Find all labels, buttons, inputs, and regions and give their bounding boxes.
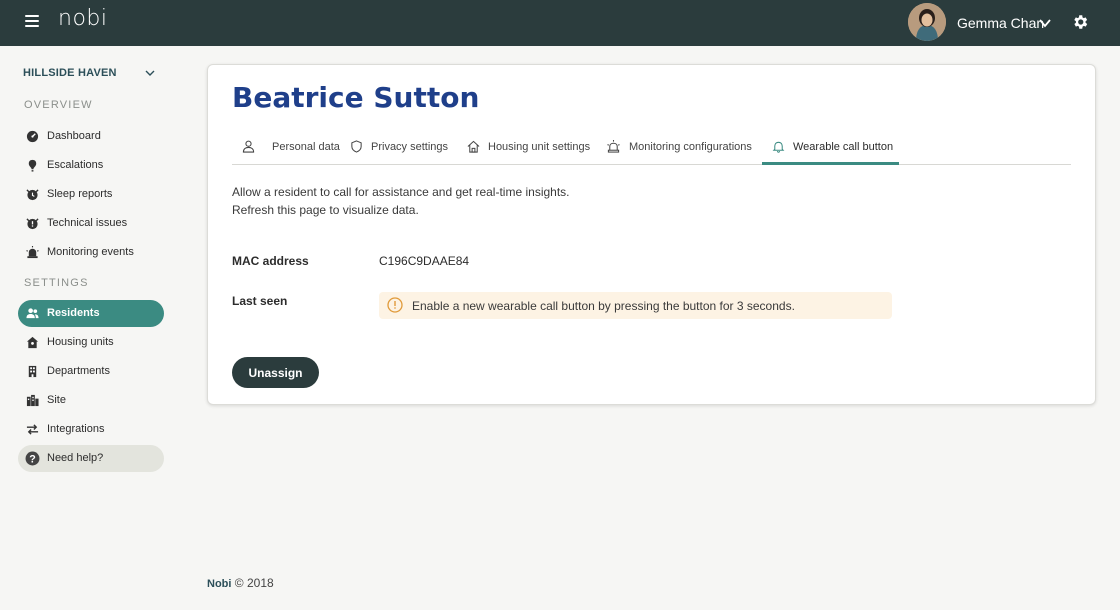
sidebar-item-label: Monitoring events [47,246,134,258]
gear-icon[interactable] [1071,13,1089,31]
settings-section-label: SETTINGS [24,277,89,289]
integration-icon [26,424,39,435]
help-icon: ? [25,451,40,466]
sidebar-item-label: Need help? [47,452,104,464]
sidebar-item-help[interactable]: ? Need help? [18,445,164,472]
tab-label: Housing unit settings [488,141,591,153]
escalation-icon [28,159,37,172]
tab-housing-unit-settings[interactable]: Housing unit settings [467,135,597,165]
monitoring-event-icon [26,246,39,259]
footer-brand-link[interactable]: Nobi [207,578,231,590]
warning-circle-icon [387,297,403,313]
tab-label: Monitoring configurations [629,141,752,153]
shield-icon [351,140,362,153]
bell-icon [772,141,785,153]
sidebar-item-label: Sleep reports [47,188,113,200]
alert-text: Enable a new wearable call button by pre… [412,299,795,313]
sidebar-item-integrations[interactable]: Integrations [18,416,164,443]
tab-bar: Personal data Privacy settings Housing u… [232,135,1071,165]
sidebar-item-departments[interactable]: Departments [18,358,164,385]
sidebar-item-site[interactable]: Site [18,387,164,414]
sidebar-item-label: Technical issues [47,217,128,229]
chevron-down-icon [145,70,155,76]
technical-issue-icon [26,218,39,230]
overview-section-label: OVERVIEW [24,99,93,111]
dashboard-icon [26,130,39,143]
page-title: Beatrice Sutton [232,81,480,114]
sidebar-item-escalations[interactable]: Escalations [18,152,164,179]
tab-label: Wearable call button [793,141,894,153]
sidebar: HILLSIDE HAVEN OVERVIEW Dashboard Escala… [0,46,185,610]
nobi-logo[interactable]: nobi [58,6,107,31]
residents-icon [26,308,39,319]
sidebar-item-label: Integrations [47,423,105,435]
mac-address-value: C196C9DAAE84 [379,254,470,268]
tab-label: Personal data [272,141,340,153]
footer: Nobi © 2018 [207,576,274,590]
last-seen-label: Last seen [232,294,288,308]
resident-card: Beatrice Sutton Personal data Privacy se… [207,64,1096,405]
unassign-button[interactable]: Unassign [232,357,319,388]
user-name[interactable]: Gemma Chan [957,15,1044,31]
housing-unit-icon [26,336,39,349]
svg-text:?: ? [29,453,36,465]
sidebar-item-label: Departments [47,365,110,377]
sidebar-item-label: Site [47,394,66,406]
top-bar: nobi Gemma Chan [0,0,1120,46]
sidebar-item-label: Housing units [47,336,114,348]
footer-copyright: © 2018 [234,576,274,590]
department-icon [28,365,37,378]
description-line: Allow a resident to call for assistance … [232,185,570,199]
tab-personal-data[interactable]: Personal data [242,135,342,165]
tab-privacy-settings[interactable]: Privacy settings [350,135,460,165]
mac-address-label: MAC address [232,254,309,268]
sidebar-item-residents[interactable]: Residents [18,300,164,327]
tab-wearable-call-button[interactable]: Wearable call button [762,135,899,165]
sidebar-item-label: Escalations [47,159,104,171]
site-icon [26,394,39,407]
house-icon [467,140,480,153]
sidebar-item-dashboard[interactable]: Dashboard [18,123,164,150]
tab-label: Privacy settings [371,141,449,153]
menu-icon[interactable] [25,15,39,29]
sidebar-item-housing-units[interactable]: Housing units [18,329,164,356]
avatar[interactable] [908,3,946,41]
site-selector[interactable]: HILLSIDE HAVEN [23,67,158,81]
sidebar-item-monitoring-events[interactable]: Monitoring events [18,239,164,266]
tab-monitoring-configurations[interactable]: Monitoring configurations [607,135,757,165]
info-alert: Enable a new wearable call button by pre… [379,292,892,319]
description-line: Refresh this page to visualize data. [232,203,419,217]
site-name: HILLSIDE HAVEN [23,67,117,79]
sleep-report-icon [26,189,39,201]
sidebar-item-label: Residents [47,307,100,319]
sidebar-item-label: Dashboard [47,130,101,142]
sidebar-item-sleep-reports[interactable]: Sleep reports [18,181,164,208]
person-icon [242,140,255,153]
chevron-down-icon[interactable] [1038,16,1052,30]
sidebar-item-technical-issues[interactable]: Technical issues [18,210,164,237]
alarm-light-icon [607,140,620,153]
